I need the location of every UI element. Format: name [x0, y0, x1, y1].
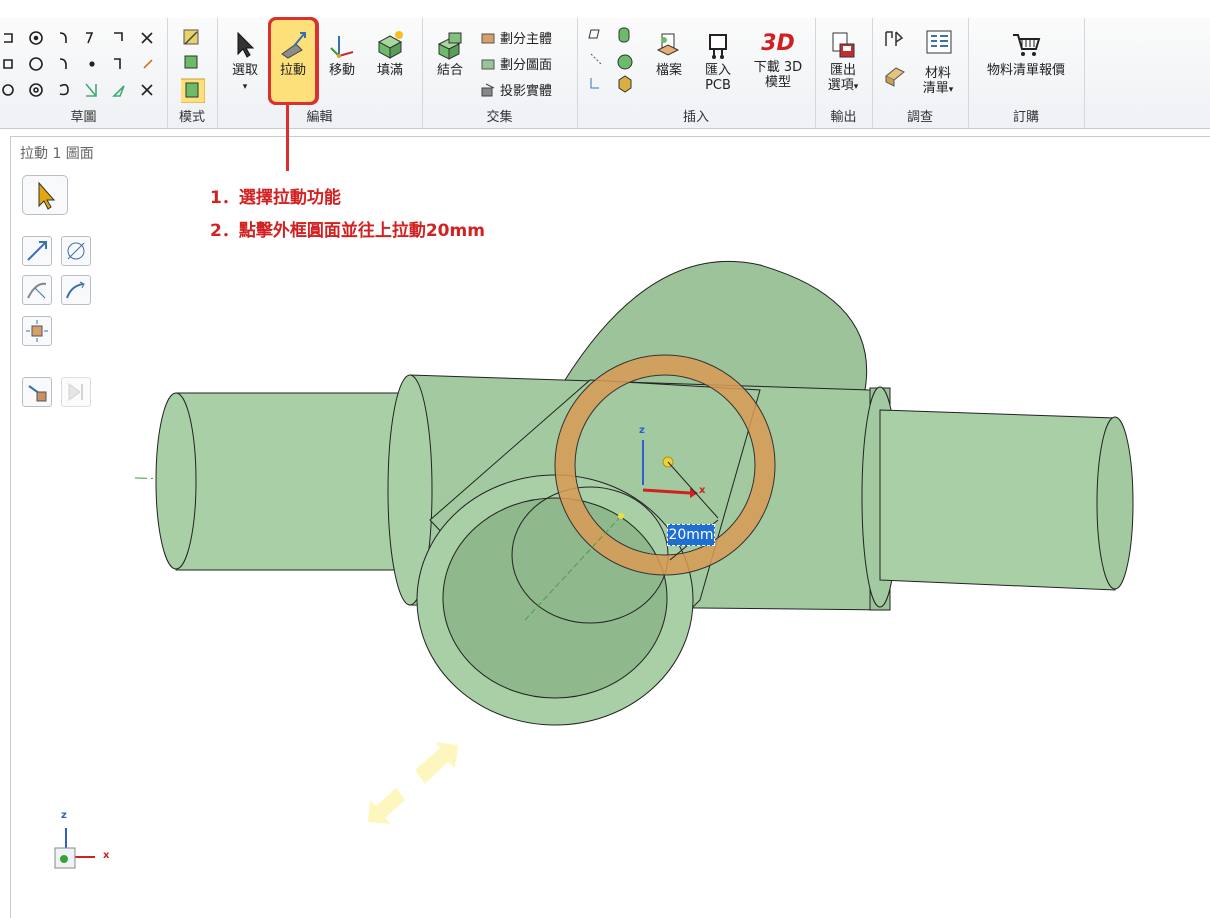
triad-x-label: x — [103, 850, 110, 861]
gizmo-x-label: x — [699, 485, 706, 496]
move-arrow-down — [368, 788, 405, 824]
right-shaft-end — [1096, 416, 1134, 590]
cad-model[interactable] — [0, 0, 1210, 917]
triad-y-dot — [60, 855, 68, 863]
guide-point — [618, 513, 624, 519]
triad-z-label: z — [61, 810, 67, 821]
right-shaft — [879, 409, 1116, 591]
move-arrow-up — [415, 742, 458, 784]
left-shaft — [175, 392, 411, 571]
gizmo-z-label: z — [639, 425, 645, 436]
front-tube-inner — [442, 497, 668, 699]
left-shaft-end — [155, 392, 197, 570]
dimension-input[interactable]: 20mm — [667, 524, 715, 546]
